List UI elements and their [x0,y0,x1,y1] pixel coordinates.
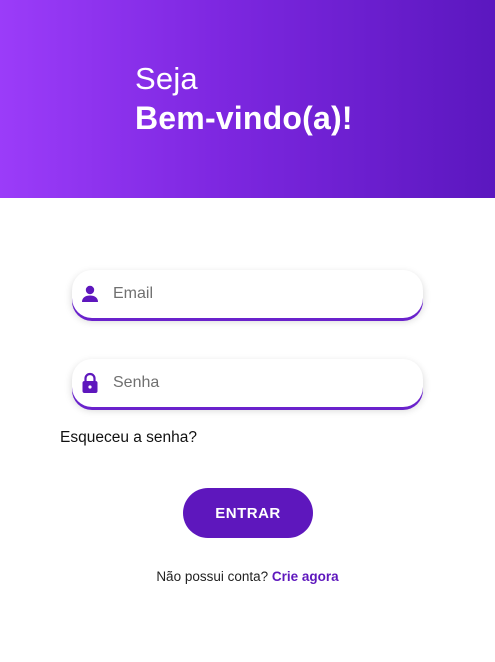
signup-link[interactable]: Crie agora [272,569,339,584]
signup-prompt: Não possui conta? Crie agora [0,569,495,584]
login-button[interactable]: ENTRAR [183,488,313,538]
welcome-heading: Bem-vindo(a)! [135,100,353,136]
greeting-text: Seja [135,61,198,96]
lock-icon [80,372,100,393]
login-page: Seja Bem-vindo(a)! Esqueceu a senha? ENT… [0,0,495,662]
user-icon [80,284,100,304]
email-input[interactable] [113,279,403,309]
password-input[interactable] [113,368,403,398]
forgot-password-link[interactable]: Esqueceu a senha? [60,429,197,447]
password-field[interactable] [72,359,423,407]
email-field[interactable] [72,270,423,318]
signup-prompt-text: Não possui conta? [156,569,269,584]
welcome-banner: Seja Bem-vindo(a)! [0,0,495,198]
